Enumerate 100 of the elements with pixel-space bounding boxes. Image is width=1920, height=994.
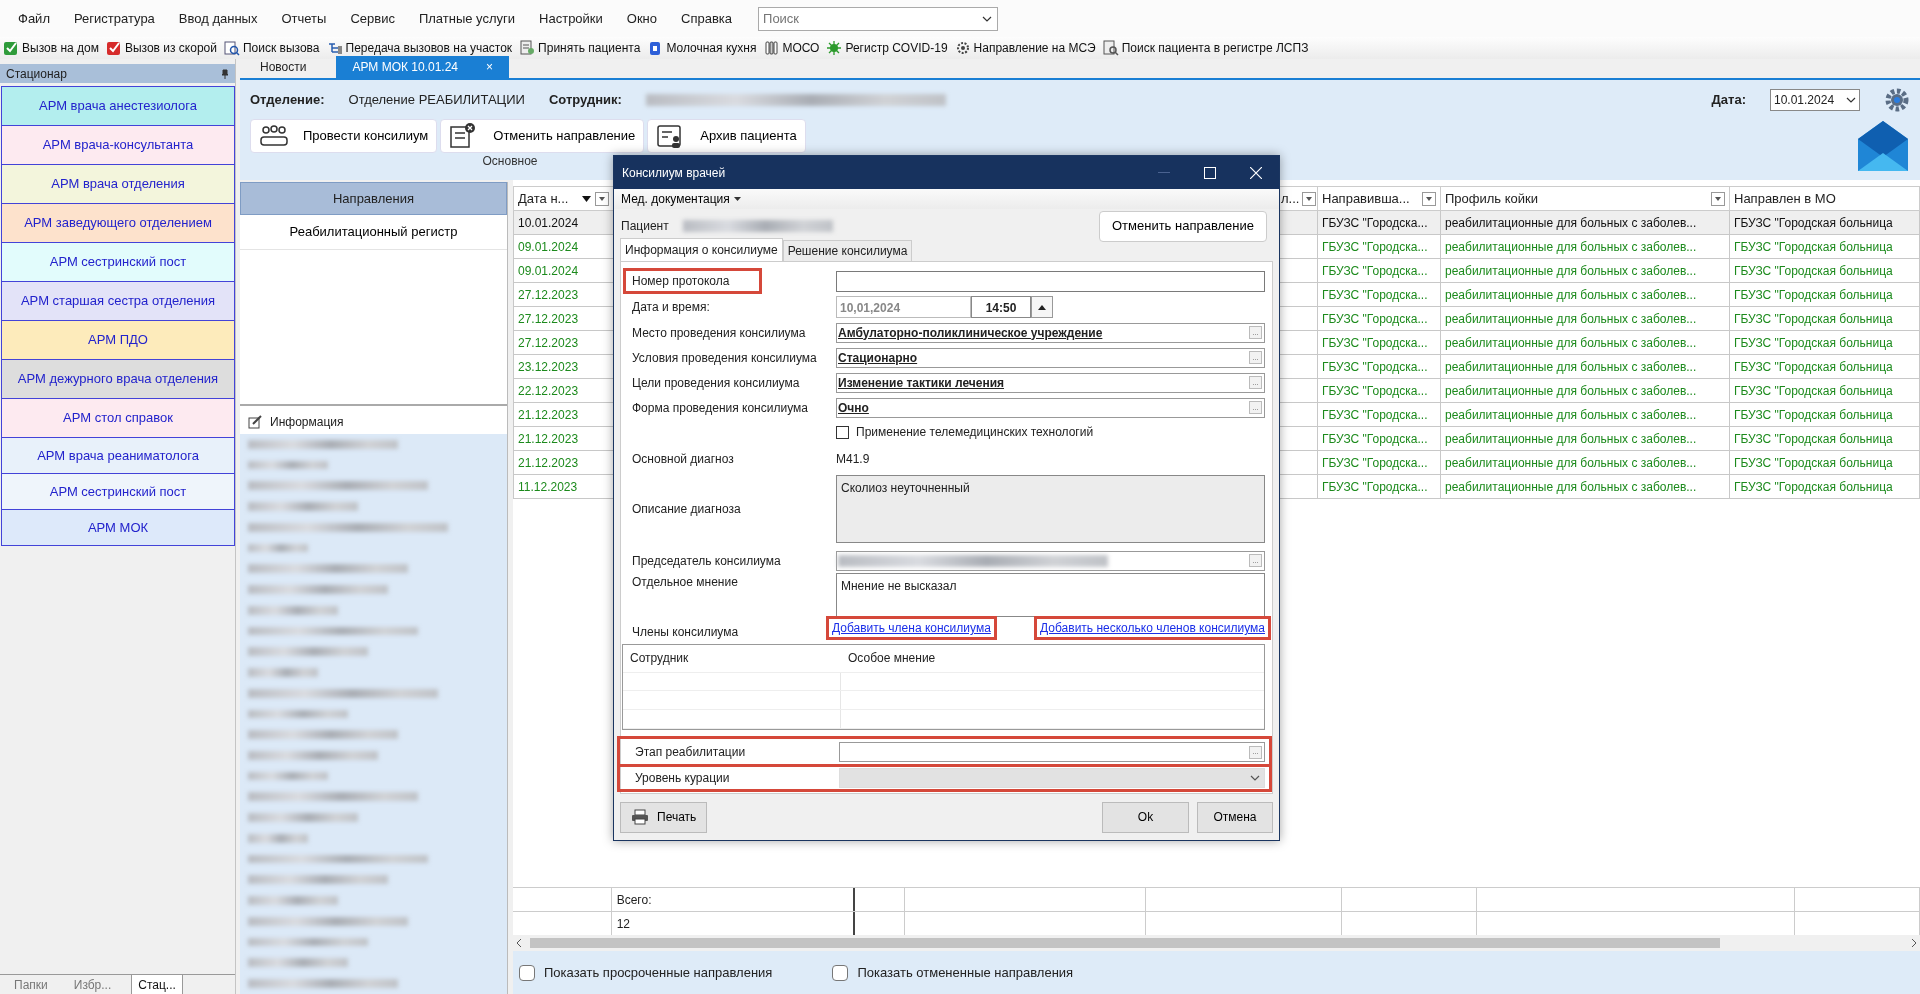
- toolbar-button[interactable]: МОСО: [762, 38, 821, 58]
- lookup-field[interactable]: Очно ...: [836, 397, 1265, 418]
- date-field[interactable]: 10.01.2024: [1770, 89, 1860, 111]
- table-cell: реабилитационные для больных с заболев...: [1440, 354, 1730, 379]
- link[interactable]: Добавить несколько членов консилиума: [1034, 616, 1271, 640]
- text-field[interactable]: [836, 270, 1265, 292]
- panel-tab[interactable]: Папки: [8, 975, 54, 994]
- close-button[interactable]: ×: [486, 58, 494, 76]
- toolbar-button[interactable]: Принять пациента: [518, 38, 642, 58]
- settings-icon[interactable]: [1884, 87, 1910, 113]
- section-header: Направления: [240, 182, 507, 215]
- table-cell: ГБУЗС "Городска...: [1317, 450, 1441, 475]
- menu-button[interactable]: Мед. документация: [618, 190, 744, 208]
- pin-icon: [221, 68, 229, 79]
- menu-item[interactable]: Справка: [669, 8, 745, 29]
- search-field[interactable]: Поиск: [758, 6, 999, 31]
- checkbox[interactable]: [832, 964, 849, 981]
- toolbar-button[interactable]: Молочная кухня: [646, 38, 758, 58]
- arrow-left-icon: [516, 939, 522, 947]
- toolbar-button[interactable]: Вызов на дом: [2, 38, 100, 58]
- menu-item[interactable]: Платные услуги: [406, 8, 528, 29]
- ellipsis-button[interactable]: ...: [1249, 745, 1262, 759]
- caret-icon: [1846, 97, 1856, 103]
- sidebar-item[interactable]: АРМ заведующего отделением: [1, 203, 235, 243]
- lookup-field[interactable]: ...: [836, 550, 1265, 571]
- panel-tab[interactable]: Стац...: [131, 975, 183, 994]
- field-label: Цели проведения консилиума: [632, 375, 800, 390]
- ellipsis-button[interactable]: ...: [1249, 351, 1262, 364]
- document-tab[interactable]: Новости: [244, 56, 323, 78]
- column-header[interactable]: Направлен в МО: [1729, 186, 1920, 211]
- toolbar-button[interactable]: Направление на МСЭ: [953, 38, 1097, 58]
- toolbar-button[interactable]: Отменить направление: [440, 119, 645, 153]
- close-icon: [1250, 166, 1262, 179]
- table-cell: ГБУЗС "Городска...: [1317, 402, 1441, 427]
- cancel-button[interactable]: Отмена: [1197, 801, 1273, 833]
- sidebar-item[interactable]: АРМ врача отделения: [1, 164, 235, 204]
- sidebar-item[interactable]: АРМ врача анестезиолога: [1, 86, 235, 126]
- network-icon: [326, 40, 343, 56]
- menu-item[interactable]: Сервис: [338, 8, 407, 29]
- tab[interactable]: Решение консилиума: [782, 240, 913, 261]
- tab[interactable]: Информация о консилиуме: [620, 238, 783, 261]
- filter-dropdown-icon[interactable]: [1711, 191, 1725, 206]
- toolbar-button[interactable]: Передача вызовов на участок: [325, 38, 514, 58]
- lookup-field[interactable]: Амбулаторно-поликлиническое учреждение ...: [836, 322, 1265, 343]
- people-icon: [259, 123, 289, 149]
- field-label: Председатель консилиума: [632, 553, 781, 568]
- document-tab[interactable]: АРМ МОК 10.01.24 ×: [336, 56, 510, 78]
- ellipsis-button[interactable]: ...: [1249, 376, 1262, 389]
- sidebar-item[interactable]: АРМ МОК: [1, 509, 235, 546]
- ellipsis-button[interactable]: ...: [1249, 554, 1262, 567]
- text-area[interactable]: Мнение не высказал: [836, 573, 1265, 617]
- filter-dropdown-icon[interactable]: [1302, 191, 1317, 206]
- column-header[interactable]: Дата н...: [513, 186, 614, 211]
- menu-item[interactable]: Регистратура: [61, 8, 167, 29]
- caret-icon: [733, 197, 741, 201]
- filter-dropdown-icon[interactable]: [1422, 191, 1436, 206]
- menu-item[interactable]: Файл: [6, 8, 62, 29]
- menu-item[interactable]: Настройки: [527, 8, 615, 29]
- sidebar-item[interactable]: АРМ ПДО: [1, 320, 235, 360]
- sidebar-item[interactable]: АРМ врача-консультанта: [1, 125, 235, 165]
- link[interactable]: Добавить члена консилиума: [826, 616, 997, 640]
- sidebar-item[interactable]: АРМ старшая сестра отделения: [1, 281, 235, 321]
- time-field[interactable]: 14:50: [971, 296, 1031, 318]
- field-value: Отделение РЕАБИЛИТАЦИИ: [348, 91, 525, 110]
- lookup-field[interactable]: Стационарно ...: [836, 347, 1265, 368]
- column-header[interactable]: Профиль койки: [1440, 186, 1730, 211]
- ok-button[interactable]: Ok: [1102, 801, 1189, 833]
- sidebar-item[interactable]: АРМ врача реаниматолога: [1, 437, 235, 474]
- field-value: Амбулаторно-поликлиническое учреждение: [838, 324, 1103, 342]
- horizontal-scrollbar[interactable]: [513, 935, 1920, 951]
- sidebar-item[interactable]: АРМ сестринский пост: [1, 242, 235, 282]
- toolbar-button[interactable]: Вызов из скорой: [104, 38, 218, 58]
- toolbar-button[interactable]: Провести консилиум: [250, 119, 438, 153]
- toolbar-button[interactable]: Регистр COVID-19: [825, 38, 949, 58]
- minimize-icon: [1158, 171, 1170, 174]
- cancel-referral-button[interactable]: Отменить направление: [1098, 210, 1267, 242]
- date-field[interactable]: 10,01,2024: [836, 296, 971, 318]
- spin-button[interactable]: [1031, 296, 1053, 318]
- sidebar-item[interactable]: АРМ сестринский пост: [1, 473, 235, 510]
- ellipsis-button[interactable]: ...: [1249, 401, 1262, 414]
- filter-dropdown-icon[interactable]: [595, 191, 609, 206]
- maximize-icon: [1204, 166, 1216, 179]
- column-header[interactable]: Направивша...: [1317, 186, 1441, 211]
- toolbar-button[interactable]: Поиск пациента в регистре ЛСПЗ: [1101, 38, 1310, 58]
- sidebar-item[interactable]: АРМ дежурного врача отделения: [1, 359, 235, 399]
- toolbar-button[interactable]: Архив пациента: [647, 119, 806, 153]
- lookup-field[interactable]: ...: [839, 742, 1265, 762]
- toolbar-button[interactable]: Поиск вызова: [223, 38, 321, 58]
- menu-item[interactable]: Ввод данных: [166, 8, 270, 29]
- menu-item[interactable]: Окно: [614, 8, 670, 29]
- blurred-text: [248, 543, 308, 553]
- lookup-field[interactable]: Изменение тактики лечения ...: [836, 372, 1265, 393]
- checkbox[interactable]: [836, 425, 849, 439]
- print-button[interactable]: Печать: [620, 801, 708, 833]
- checkbox-label: Показать просроченные направления: [544, 963, 773, 982]
- ellipsis-button[interactable]: ...: [1249, 326, 1262, 339]
- menu-item[interactable]: Отчеты: [269, 8, 339, 29]
- panel-tab[interactable]: Избр...: [67, 975, 118, 994]
- checkbox[interactable]: [519, 964, 535, 981]
- sidebar-item[interactable]: АРМ стол справок: [1, 398, 235, 438]
